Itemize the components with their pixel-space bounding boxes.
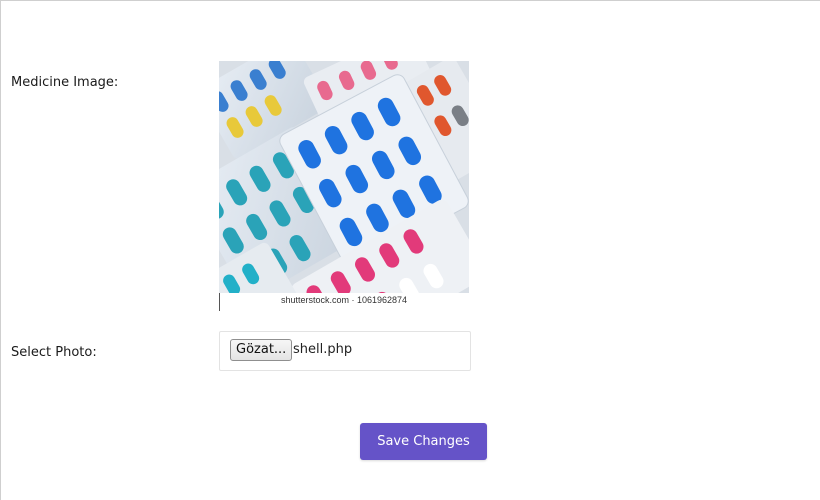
browse-button[interactable]: Gözat... [230,339,293,361]
medicine-image: shutterstock.com · 1061962874 [219,61,469,311]
selected-file-name: shell.php [293,342,353,357]
page-frame: Medicine Image: shutterstock.com · 10619… [0,0,820,500]
file-input[interactable]: Gözat... shell.php [219,331,471,371]
select-photo-label: Select Photo: [11,345,97,360]
medicine-photo [219,61,469,311]
medicine-image-label: Medicine Image: [11,75,119,90]
save-changes-button[interactable]: Save Changes [360,423,487,460]
image-watermark: shutterstock.com · 1061962874 [280,295,408,305]
